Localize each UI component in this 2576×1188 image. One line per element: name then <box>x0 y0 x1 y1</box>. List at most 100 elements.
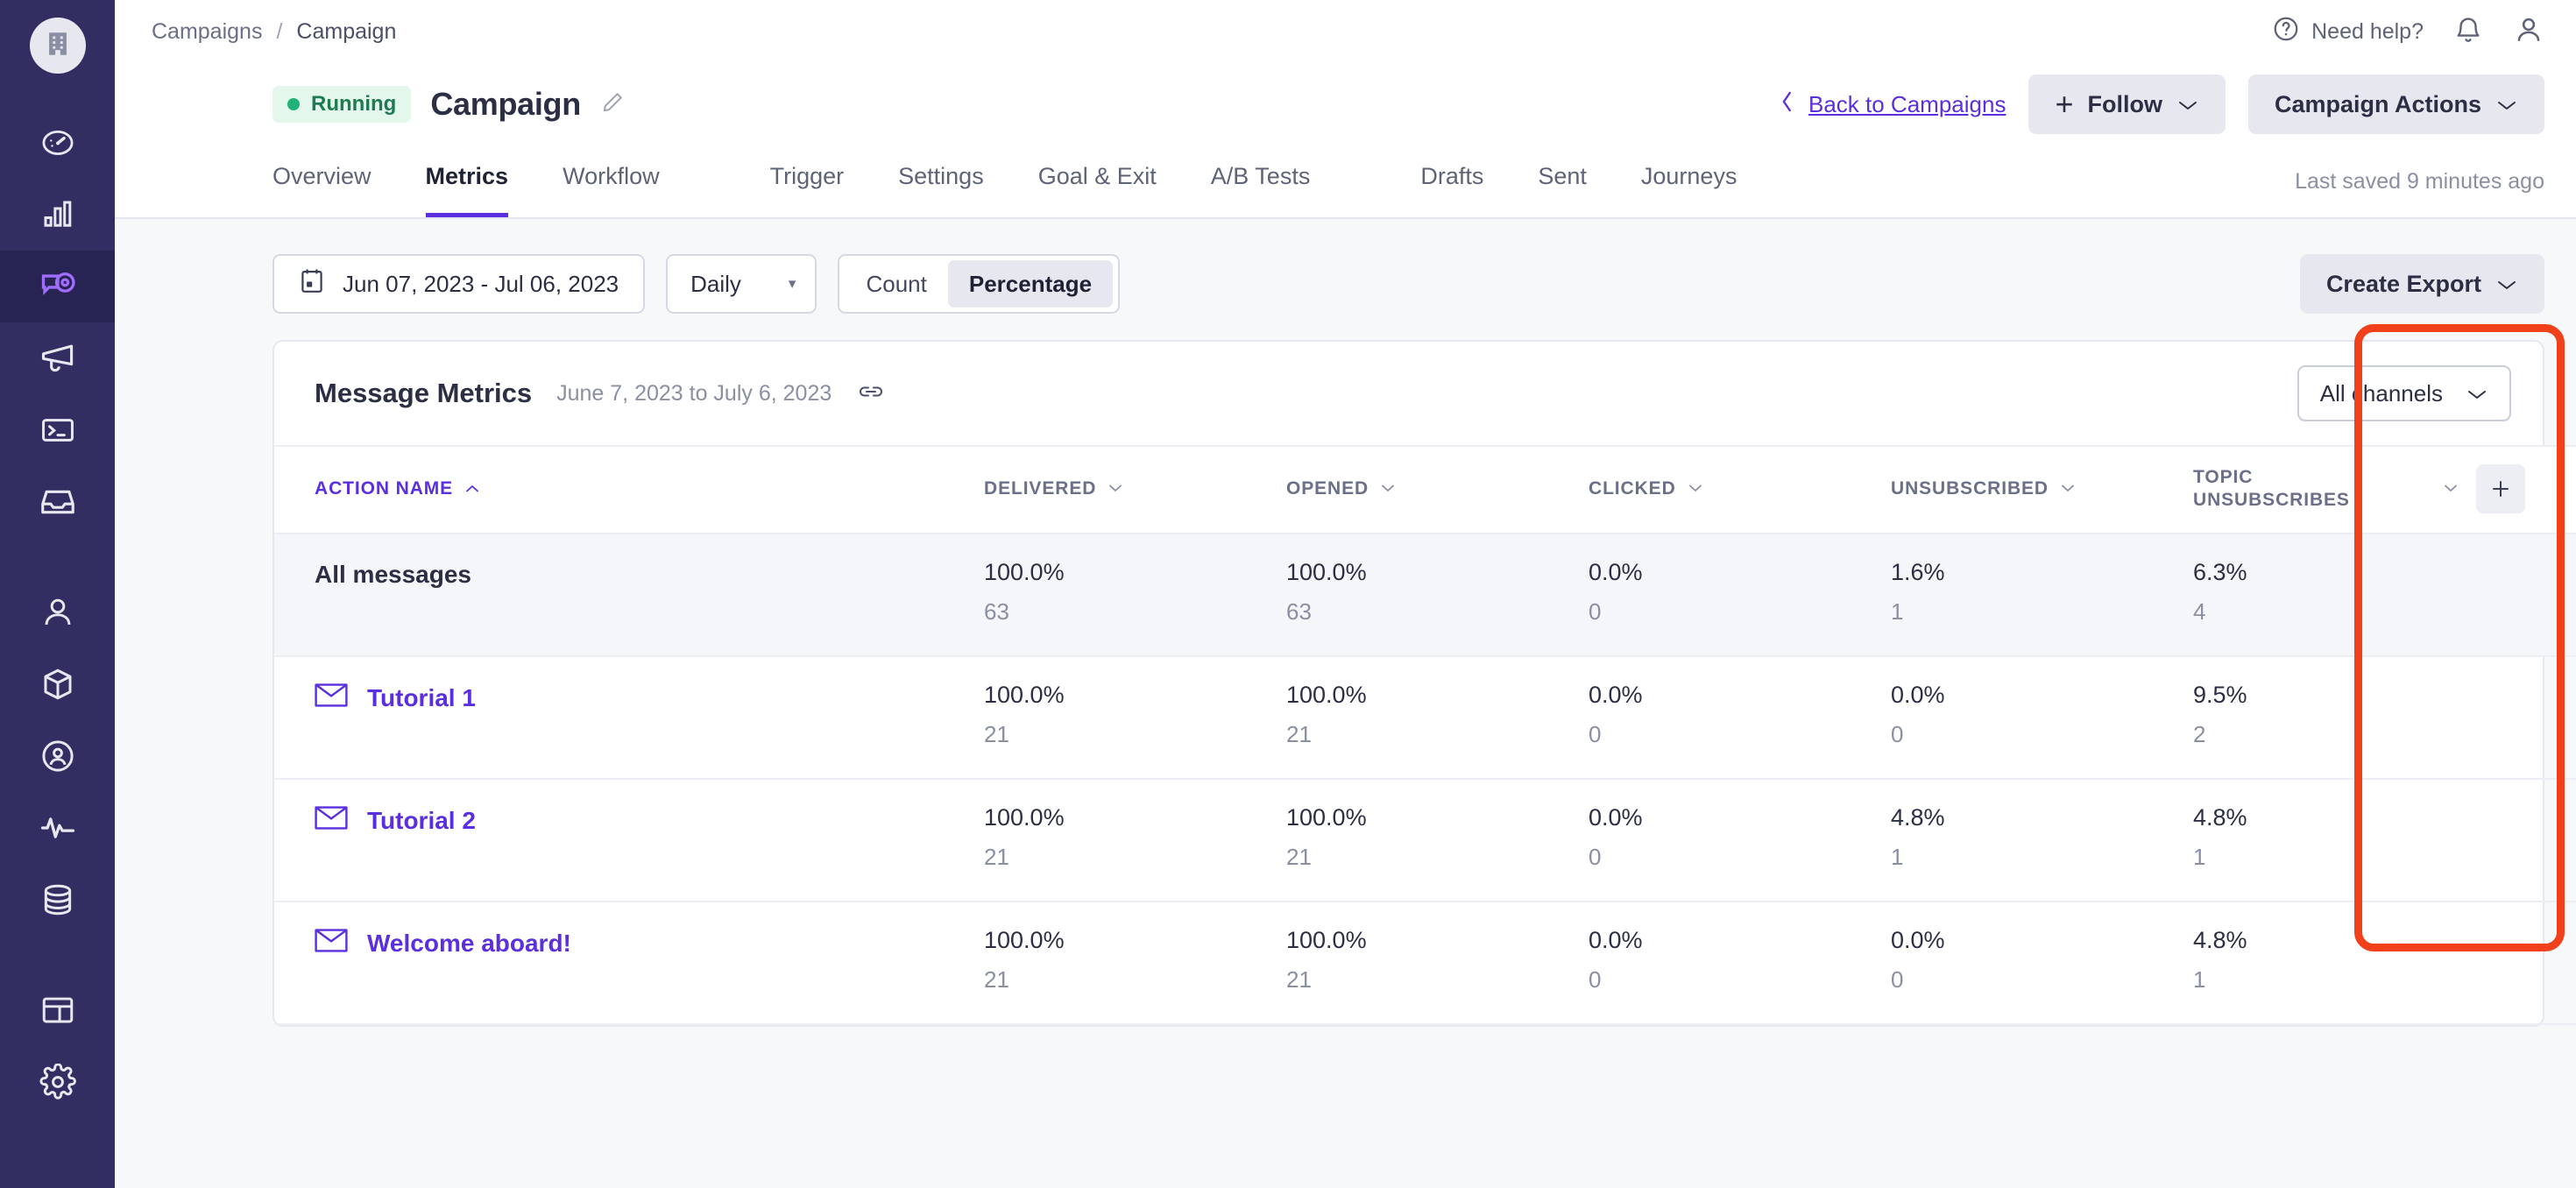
action-name-link[interactable]: Tutorial 2 <box>315 806 984 836</box>
metric-percent: 4.8% <box>1891 804 1945 831</box>
action-name-link[interactable]: Tutorial 1 <box>315 683 984 713</box>
plus-icon: + <box>2055 86 2074 122</box>
cell-unsubscribed: 4.8% 1 <box>1891 779 2193 902</box>
table-body: All messages 100.0% 63 100.0% 63 0.0% 0 … <box>274 534 2576 1025</box>
question-circle-icon <box>2272 15 2300 49</box>
message-metrics-card: Message Metrics June 7, 2023 to July 6, … <box>272 324 2576 1027</box>
add-column-button[interactable] <box>2476 464 2525 513</box>
cell-opened: 100.0% 21 <box>1286 902 1589 1025</box>
metric-count: 0 <box>1589 721 1602 747</box>
envelope-icon <box>315 929 348 958</box>
speedometer-icon <box>39 124 76 161</box>
tab-ab-tests[interactable]: A/B Tests <box>1211 145 1311 217</box>
sidebar-item-transactional[interactable] <box>0 394 115 466</box>
column-header-clicked[interactable]: CLICKED <box>1589 445 1891 534</box>
workspace-logo[interactable] <box>29 18 86 74</box>
metric-percent: 4.8% <box>2193 804 2247 831</box>
layout-icon <box>39 992 76 1029</box>
campaign-actions-button[interactable]: Campaign Actions <box>2247 74 2544 134</box>
tab-metrics[interactable]: Metrics <box>425 145 509 217</box>
metric-count: 1 <box>1891 844 1904 870</box>
create-export-button[interactable]: Create Export <box>2299 254 2544 314</box>
column-header-unsubscribed[interactable]: UNSUBSCRIBED <box>1891 445 2193 534</box>
tab-goal-exit[interactable]: Goal & Exit <box>1038 145 1157 217</box>
cell-unsubscribed: 0.0% 0 <box>1891 902 2193 1025</box>
bell-icon[interactable] <box>2453 15 2483 49</box>
column-header-opened[interactable]: OPENED <box>1286 445 1589 534</box>
tab-settings[interactable]: Settings <box>898 145 984 217</box>
sidebar-item-segments[interactable] <box>0 720 115 792</box>
metric-count: 63 <box>1286 598 1312 625</box>
metric-count: 1 <box>2193 966 2206 993</box>
column-label: OPENED <box>1286 478 1369 499</box>
sidebar-item-activity[interactable] <box>0 792 115 864</box>
metric-count: 0 <box>1891 966 1904 993</box>
tab-trigger[interactable]: Trigger <box>770 145 845 217</box>
sidebar-item-dashboard[interactable] <box>0 107 115 179</box>
tab-overview[interactable]: Overview <box>272 145 372 217</box>
sidebar-item-settings[interactable] <box>0 1046 115 1118</box>
table-header: ACTION NAME DELIVERED OPENED CLICKED UNS… <box>274 445 2576 534</box>
sidebar-item-inbox[interactable] <box>0 466 115 538</box>
bar-chart-icon <box>39 196 76 233</box>
breadcrumb-campaigns[interactable]: Campaigns <box>152 19 262 45</box>
cell-topic-unsubscribes: 4.8% 1 <box>2193 779 2443 902</box>
toggle-count[interactable]: Count <box>845 260 947 308</box>
column-label: TOPIC UNSUBSCRIBES <box>2193 466 2350 510</box>
sidebar-item-objects[interactable] <box>0 648 115 720</box>
date-range-picker[interactable]: Jun 07, 2023 - Jul 06, 2023 <box>272 254 646 314</box>
cell-clicked: 0.0% 0 <box>1589 656 1891 780</box>
link-icon[interactable] <box>856 381 886 407</box>
pencil-icon[interactable] <box>600 90 625 119</box>
tab-sent[interactable]: Sent <box>1538 145 1587 217</box>
table-row[interactable]: Welcome aboard! 100.0% 21 100.0% 21 0.0%… <box>274 902 2576 1025</box>
caret-down-icon <box>1380 480 1396 498</box>
page-title: Campaign <box>430 86 581 122</box>
cell-spacer <box>2443 779 2576 902</box>
table-row[interactable]: Tutorial 2 100.0% 21 100.0% 21 0.0% 0 4.… <box>274 779 2576 902</box>
back-to-campaigns-link[interactable]: Back to Campaigns <box>1777 88 2006 121</box>
need-help-label: Need help? <box>2311 18 2424 44</box>
tab-workflow[interactable]: Workflow <box>563 145 660 217</box>
sidebar-item-people[interactable] <box>0 576 115 648</box>
toggle-percentage[interactable]: Percentage <box>947 260 1114 308</box>
user-avatar-icon[interactable] <box>2513 14 2544 50</box>
chevron-down-icon: ▾ <box>788 275 796 292</box>
chevron-down-icon <box>2495 91 2518 118</box>
campaign-title-bar: Running Campaign Back to Campaigns + Fol… <box>115 63 2576 145</box>
cell-opened: 100.0% 21 <box>1286 779 1589 902</box>
channel-filter-select[interactable]: All channels <box>2296 365 2511 421</box>
metrics-card-title: Message Metrics <box>315 378 533 408</box>
column-header-topic-unsubscribes[interactable]: TOPIC UNSUBSCRIBES <box>2193 445 2443 534</box>
follow-button[interactable]: + Follow <box>2028 74 2226 134</box>
granularity-select[interactable]: Daily ▾ <box>666 254 817 314</box>
caret-down-icon[interactable] <box>2443 480 2459 498</box>
metric-count: 21 <box>984 966 1009 993</box>
tab-drafts[interactable]: Drafts <box>1420 145 1483 217</box>
sidebar-item-data[interactable] <box>0 864 115 936</box>
sidebar-item-analytics[interactable] <box>0 179 115 251</box>
sidebar-item-broadcasts[interactable] <box>0 322 115 394</box>
tab-group-primary: Overview Metrics Workflow Trigger Settin… <box>272 145 1791 217</box>
metric-percent: 4.8% <box>2193 927 2247 953</box>
column-header-delivered[interactable]: DELIVERED <box>984 445 1286 534</box>
tab-journeys[interactable]: Journeys <box>1641 145 1737 217</box>
column-header-action-name[interactable]: ACTION NAME <box>274 445 984 534</box>
inbox-icon <box>39 483 77 521</box>
metrics-card-wrapper: Message Metrics June 7, 2023 to July 6, … <box>115 324 2576 1027</box>
chevron-down-icon <box>2176 91 2199 118</box>
megaphone-icon <box>39 339 77 378</box>
column-label: UNSUBSCRIBED <box>1891 478 2049 499</box>
column-label: CLICKED <box>1589 478 1676 499</box>
cell-clicked: 0.0% 0 <box>1589 534 1891 657</box>
message-target-icon <box>39 267 77 306</box>
table-row[interactable]: All messages 100.0% 63 100.0% 63 0.0% 0 … <box>274 534 2576 657</box>
sidebar-item-campaigns[interactable] <box>0 251 115 322</box>
need-help-button[interactable]: Need help? <box>2272 15 2424 49</box>
table-row[interactable]: Tutorial 1 100.0% 21 100.0% 21 0.0% 0 0.… <box>274 656 2576 780</box>
create-export-label: Create Export <box>2325 270 2481 297</box>
follow-label: Follow <box>2087 90 2162 117</box>
action-name-link[interactable]: Welcome aboard! <box>315 929 984 958</box>
message-metrics-table: ACTION NAME DELIVERED OPENED CLICKED UNS… <box>274 445 2576 1025</box>
sidebar-item-content[interactable] <box>0 974 115 1046</box>
